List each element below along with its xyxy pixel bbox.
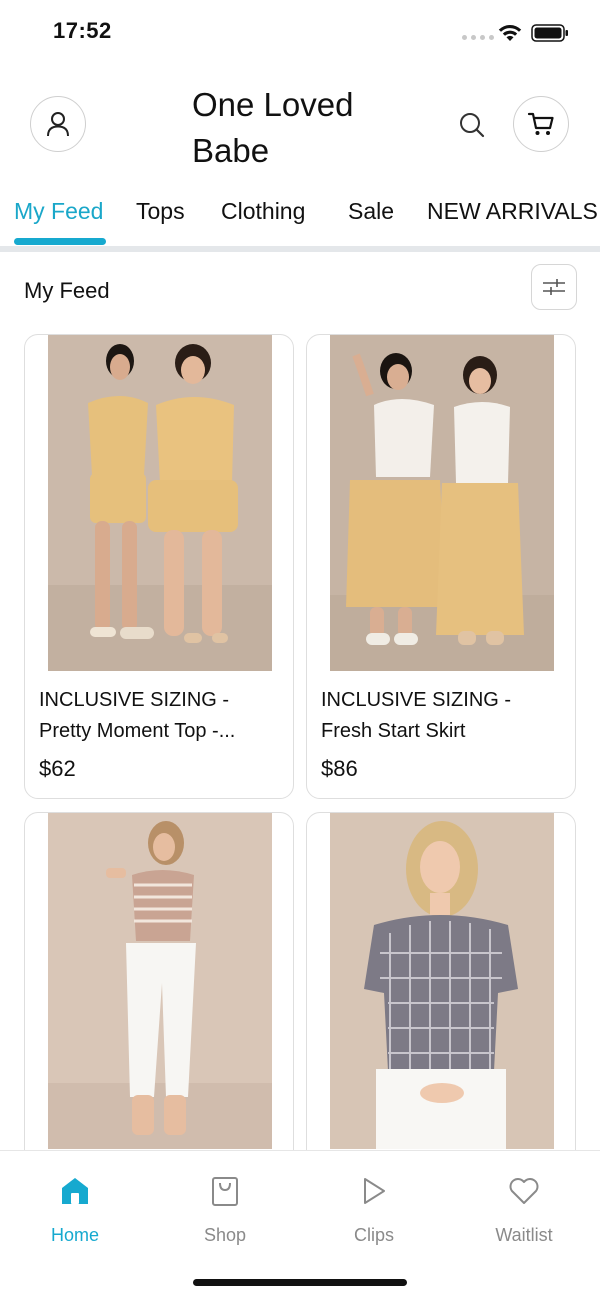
nav-label: Clips [353, 1225, 394, 1245]
nav-label: Waitlist [495, 1225, 553, 1245]
wifi-icon [498, 25, 522, 41]
nav-home[interactable]: Home [20, 1171, 130, 1246]
product-name: INCLUSIVE SIZING - Pretty Moment Top -..… [39, 689, 236, 742]
heart-icon [509, 1178, 539, 1204]
nav-label: Home [50, 1225, 99, 1245]
play-icon [364, 1178, 385, 1204]
tab-clothing[interactable]: Clothing [221, 198, 305, 225]
tab-tops[interactable]: Tops [136, 198, 185, 225]
sliders-icon [543, 279, 565, 295]
product-card[interactable]: INCLUSIVE SIZING - Fresh Start Skirt $86 [306, 334, 576, 799]
app-header: One Loved Babe [0, 66, 600, 184]
search-icon [460, 113, 485, 138]
nav-waitlist[interactable]: Waitlist [469, 1171, 579, 1246]
nav-clips[interactable]: Clips [319, 1171, 429, 1246]
nav-label: Shop [203, 1225, 247, 1245]
tab-new-arrivals[interactable]: NEW ARRIVALS [427, 198, 598, 225]
active-tab-indicator [14, 238, 106, 245]
home-icon [62, 1178, 88, 1204]
product-image [330, 813, 554, 1149]
product-name: INCLUSIVE SIZING - Fresh Start Skirt [321, 689, 512, 742]
signal-icon [462, 35, 494, 40]
product-image [330, 335, 554, 671]
feed-title: My Feed [24, 278, 110, 303]
account-button[interactable] [30, 96, 86, 152]
tabs-divider [0, 246, 600, 252]
product-price: $62 [39, 756, 76, 781]
search-button[interactable] [457, 110, 487, 140]
product-card[interactable]: INCLUSIVE SIZING - Pretty Moment Top -..… [24, 334, 294, 799]
product-card[interactable] [306, 812, 576, 1172]
filter-button[interactable] [531, 264, 577, 310]
tab-sale[interactable]: Sale [348, 198, 394, 225]
shopping-bag-icon [212, 1177, 238, 1206]
home-indicator [193, 1279, 407, 1286]
store-title: One Loved Babe [192, 86, 354, 169]
category-tabs: My Feed Tops Clothing Sale NEW ARRIVALS [0, 184, 600, 246]
battery-icon [531, 24, 568, 42]
product-card[interactable] [24, 812, 294, 1172]
product-price: $86 [321, 756, 358, 781]
status-time: 17:52 [53, 18, 112, 43]
tab-my-feed[interactable]: My Feed [14, 198, 103, 225]
cart-button[interactable] [513, 96, 569, 152]
user-icon [47, 112, 69, 137]
status-bar: 17:52 [0, 0, 600, 66]
bottom-nav: Home Shop Clips Waitlist [0, 1150, 600, 1300]
product-image [48, 813, 272, 1149]
product-image [48, 335, 272, 671]
nav-shop[interactable]: Shop [170, 1171, 280, 1246]
cart-icon [527, 112, 554, 135]
